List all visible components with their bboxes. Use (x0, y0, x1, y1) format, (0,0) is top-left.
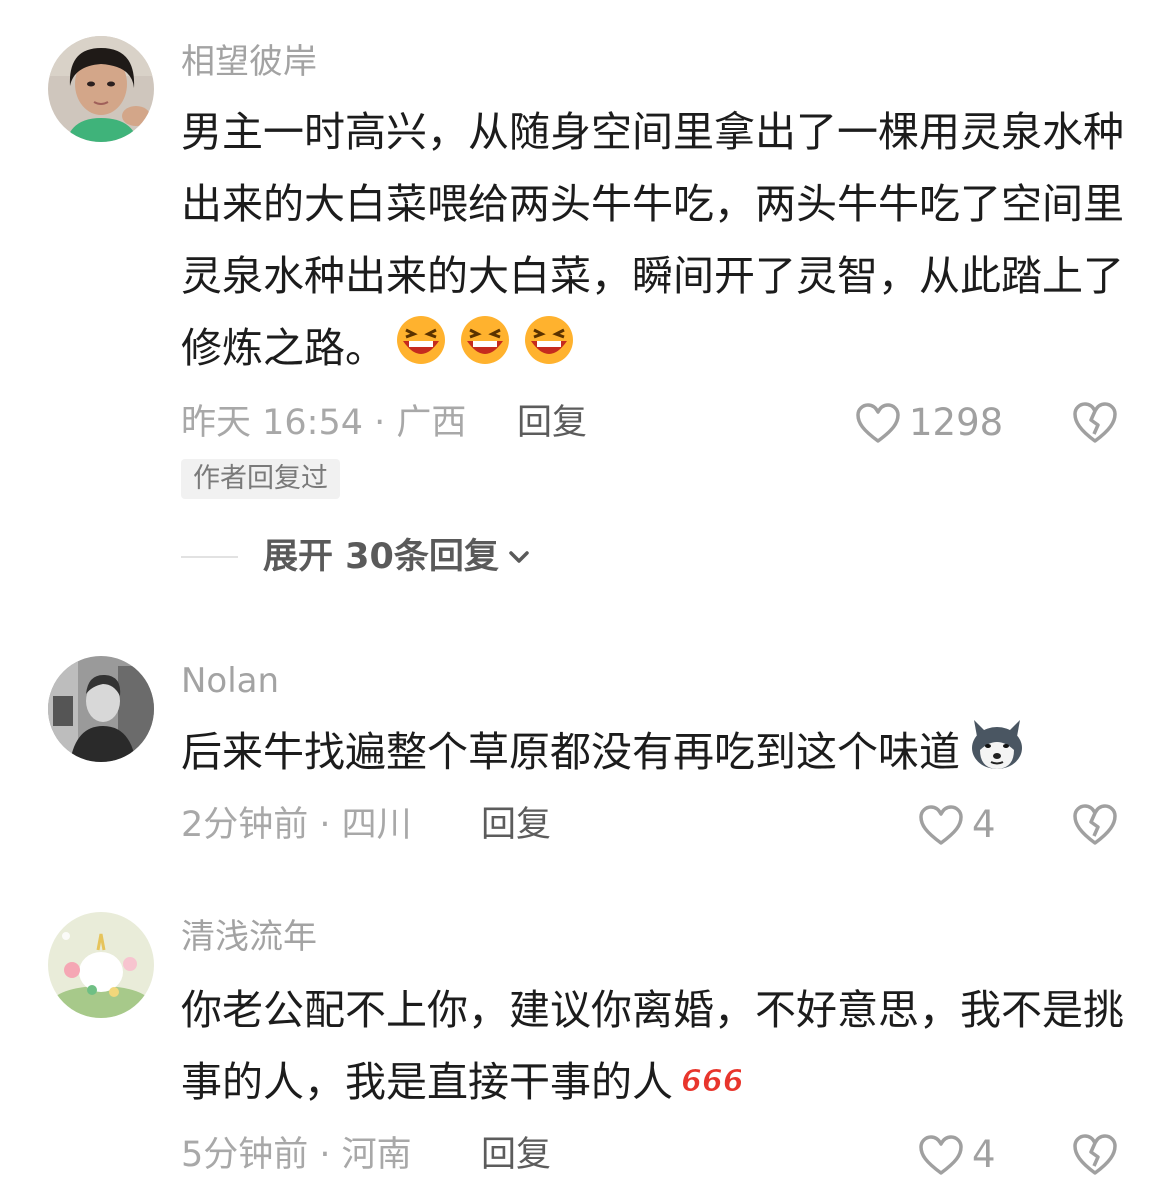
666-badge-icon: 666 (679, 1049, 745, 1121)
like-button[interactable]: 4 (918, 1133, 996, 1177)
reply-button[interactable]: 回复 (481, 1133, 551, 1177)
reply-button[interactable]: 回复 (517, 401, 587, 445)
expand-replies-button[interactable]: 展开 30条回复 (181, 535, 531, 579)
chevron-down-icon (509, 551, 529, 563)
avatar[interactable] (48, 912, 154, 1018)
comment-text-body: 你老公配不上你，建议你离婚，不好意思，我不是挑事的人，我是直接干事的人 (181, 986, 1124, 1106)
dislike-button[interactable] (1072, 802, 1118, 850)
comment-text-body: 后来牛找遍整个草原都没有再吃到这个味道 (181, 728, 960, 776)
comment-text-body: 男主一时高兴，从随身空间里拿出了一棵用灵泉水种出来的大白菜喂给两头牛牛吃，两头牛… (181, 108, 1124, 372)
laughing-face-icon (392, 315, 450, 387)
svg-text:666: 666 (681, 1064, 741, 1099)
comment-time-location: 昨天 16:54 · 广西 (181, 403, 467, 443)
like-count: 4 (972, 803, 996, 846)
username[interactable]: 相望彼岸 (181, 42, 317, 82)
heart-icon (919, 805, 963, 845)
like-button[interactable]: 4 (918, 803, 996, 847)
like-count: 4 (972, 1133, 996, 1176)
expand-replies-label: 展开 30条回复 (263, 537, 499, 577)
comment-time-location: 5分钟前 · 河南 (181, 1135, 412, 1175)
comment-text: 后来牛找遍整个草原都没有再吃到这个味道 (181, 716, 1126, 794)
author-replied-badge: 作者回复过 (181, 459, 340, 499)
reply-button[interactable]: 回复 (481, 803, 551, 847)
like-count: 1298 (909, 401, 1004, 444)
heart-icon (856, 403, 900, 443)
comment-time-location: 2分钟前 · 四川 (181, 805, 412, 845)
username[interactable]: 清浅流年 (181, 917, 317, 957)
laughing-face-icon (456, 315, 514, 387)
avatar[interactable] (48, 36, 154, 142)
broken-heart-icon (1073, 402, 1117, 443)
laughing-face-icon (520, 315, 578, 387)
comment-text: 你老公配不上你，建议你离婚，不好意思，我不是挑事的人，我是直接干事的人 666 (181, 974, 1126, 1121)
dislike-button[interactable] (1072, 1132, 1118, 1180)
dislike-button[interactable] (1072, 400, 1118, 448)
comment-list: 相望彼岸 男主一时高兴，从随身空间里拿出了一棵用灵泉水种出来的大白菜喂给两头牛牛… (0, 0, 1169, 1204)
username[interactable]: Nolan (181, 661, 279, 701)
broken-heart-icon (1073, 804, 1117, 845)
avatar[interactable] (48, 656, 154, 762)
broken-heart-icon (1073, 1134, 1117, 1175)
divider (181, 556, 238, 558)
heart-icon (919, 1135, 963, 1175)
husky-dog-icon (966, 716, 1028, 794)
like-button[interactable]: 1298 (855, 401, 1003, 445)
comment-text: 男主一时高兴，从随身空间里拿出了一棵用灵泉水种出来的大白菜喂给两头牛牛吃，两头牛… (181, 96, 1126, 387)
